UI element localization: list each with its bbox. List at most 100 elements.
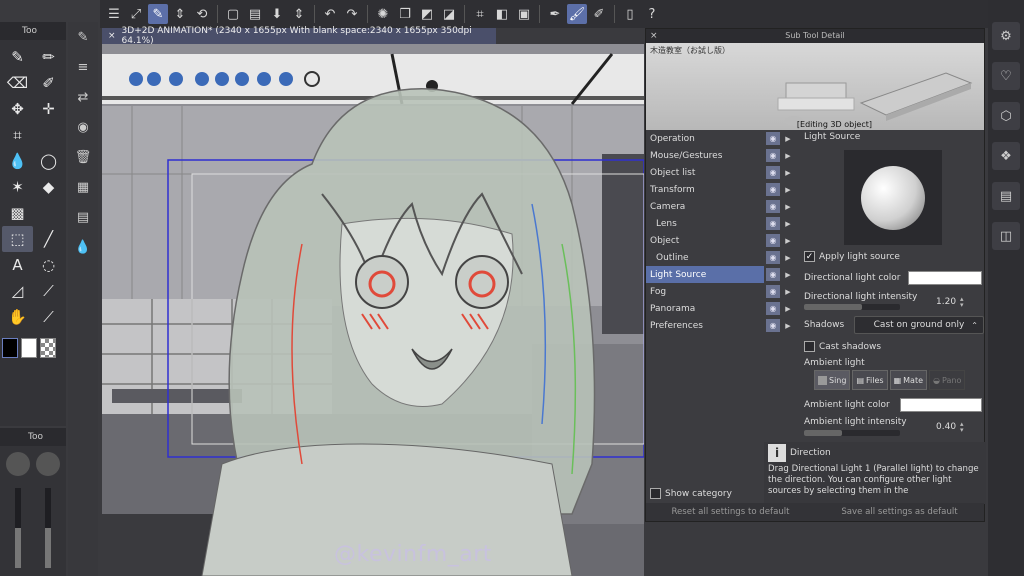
ambient-option-material[interactable]: ▦ Mate: [889, 370, 928, 390]
expand-arrow-icon[interactable]: ▶: [783, 149, 793, 162]
menu-icon[interactable]: ☰: [104, 4, 124, 24]
crop-icon[interactable]: ⌗: [470, 4, 490, 24]
expand-arrow-icon[interactable]: ▶: [783, 217, 793, 230]
gradient-icon[interactable]: ▩: [2, 200, 33, 226]
timeline-icon[interactable]: ◫: [992, 222, 1020, 250]
category-item[interactable]: Lens: [646, 215, 764, 232]
frames-icon[interactable]: ▦: [72, 176, 94, 198]
category-item[interactable]: Fog: [646, 283, 764, 300]
pen-icon[interactable]: ✎: [2, 44, 33, 70]
ambient-color-swatch[interactable]: [900, 398, 982, 412]
brush-settings-icon[interactable]: ✎: [72, 26, 94, 48]
directional-intensity-stepper[interactable]: ▴ ▾: [960, 296, 964, 309]
shadows-dropdown[interactable]: Cast on ground only ⌃: [854, 316, 984, 334]
show-category-checkbox[interactable]: [650, 488, 661, 499]
rotate-icon[interactable]: ⟲: [192, 4, 212, 24]
ambient-option-single[interactable]: Sing: [814, 370, 851, 390]
category-item[interactable]: Operation: [646, 130, 764, 147]
undo-icon[interactable]: ↶: [320, 4, 340, 24]
eye-icon[interactable]: ◉: [766, 234, 780, 247]
apply-light-row[interactable]: ✓ Apply light source: [804, 251, 900, 262]
ambient-intensity-value[interactable]: 0.40: [936, 422, 956, 432]
text-icon[interactable]: A: [2, 252, 33, 278]
navigator-icon[interactable]: ⚙: [992, 22, 1020, 50]
balloon-icon[interactable]: ◌: [33, 252, 64, 278]
select-icon[interactable]: ▣: [514, 4, 534, 24]
panel-close-icon[interactable]: ×: [650, 29, 658, 43]
reset-all-button[interactable]: Reset all settings to default: [646, 507, 815, 517]
fill-icon[interactable]: ◪: [439, 4, 459, 24]
blend-icon[interactable]: 💧: [2, 148, 33, 174]
3d-cube-icon[interactable]: ⬡: [992, 102, 1020, 130]
move-layer-icon[interactable]: ✥: [2, 96, 33, 122]
object-tool-icon[interactable]: ⬚: [2, 226, 33, 252]
up-down-icon-2[interactable]: ⇕: [289, 4, 309, 24]
brush-size-dial[interactable]: [6, 452, 30, 476]
expand-arrow-icon[interactable]: ▶: [783, 166, 793, 179]
cast-shadows-row[interactable]: Cast shadows: [804, 341, 881, 352]
line-icon[interactable]: ╱: [33, 226, 64, 252]
expand-arrow-icon[interactable]: ▶: [783, 200, 793, 213]
transfer-icon[interactable]: ⇄: [72, 86, 94, 108]
eraser-icon[interactable]: ⌫: [2, 70, 33, 96]
up-down-icon[interactable]: ⇕: [170, 4, 190, 24]
category-item[interactable]: Object: [646, 232, 764, 249]
category-item[interactable]: Object list: [646, 164, 764, 181]
cast-shadows-checkbox[interactable]: [804, 341, 815, 352]
ambient-intensity-stepper[interactable]: ▴ ▾: [960, 421, 964, 434]
eye-icon[interactable]: ◉: [766, 183, 780, 196]
expand-arrow-icon[interactable]: ▶: [783, 268, 793, 281]
hand-icon[interactable]: ✋: [2, 304, 33, 330]
expand-arrow-icon[interactable]: ▶: [783, 319, 793, 332]
eye-icon[interactable]: ◉: [766, 166, 780, 179]
eye-icon[interactable]: ◉: [766, 149, 780, 162]
operation-icon[interactable]: ✛: [33, 96, 64, 122]
help-icon[interactable]: ?: [642, 4, 662, 24]
close-tab-icon[interactable]: ×: [108, 31, 116, 41]
show-category-row[interactable]: Show category: [650, 488, 732, 499]
brush-size-slider[interactable]: [15, 488, 21, 568]
ruler-icon[interactable]: ⟋: [33, 278, 64, 304]
pen-tool-icon[interactable]: ✒: [545, 4, 565, 24]
phone-icon[interactable]: ▯: [620, 4, 640, 24]
frame-icon[interactable]: ◿: [2, 278, 33, 304]
eye-icon[interactable]: ◉: [766, 319, 780, 332]
canvas[interactable]: [102, 44, 644, 576]
save-icon[interactable]: ⬇: [267, 4, 287, 24]
expand-arrow-icon[interactable]: ▶: [783, 302, 793, 315]
delete-icon[interactable]: 🗑: [72, 146, 94, 168]
pencil-icon[interactable]: ✏: [33, 44, 64, 70]
redo-icon[interactable]: ↷: [342, 4, 362, 24]
eye-icon[interactable]: ◉: [766, 217, 780, 230]
layers-icon[interactable]: ❖: [992, 142, 1020, 170]
marker-icon[interactable]: ✐: [33, 70, 64, 96]
eye-icon[interactable]: ◉: [766, 302, 780, 315]
mask-icon[interactable]: ◧: [492, 4, 512, 24]
directional-color-swatch[interactable]: [908, 271, 982, 285]
category-item[interactable]: Light Source: [646, 266, 764, 283]
eye-icon[interactable]: ◉: [766, 285, 780, 298]
eye-icon[interactable]: ◉: [766, 200, 780, 213]
magic-wand-icon[interactable]: ✶: [2, 174, 33, 200]
layer-edit-icon[interactable]: ✎: [148, 4, 168, 24]
expand-arrow-icon[interactable]: ▶: [783, 285, 793, 298]
loading-icon[interactable]: ✺: [373, 4, 393, 24]
main-color-swatch[interactable]: [2, 338, 18, 358]
light-direction-globe[interactable]: [844, 150, 942, 245]
open-icon[interactable]: ▤: [245, 4, 265, 24]
eye-icon[interactable]: ◉: [766, 251, 780, 264]
fit-icon[interactable]: ⤢: [126, 4, 146, 24]
sub-color-swatch[interactable]: [21, 338, 37, 358]
eyedropper-icon[interactable]: ⟋: [33, 304, 64, 330]
brush-opacity-dial[interactable]: [36, 452, 60, 476]
drops-icon[interactable]: 💧: [72, 236, 94, 258]
category-item[interactable]: Outline: [646, 249, 764, 266]
eye-icon[interactable]: ◉: [766, 268, 780, 281]
paste-icon[interactable]: ◩: [417, 4, 437, 24]
favorites-icon[interactable]: ♡: [992, 62, 1020, 90]
lasso-icon[interactable]: ◯: [33, 148, 64, 174]
category-item[interactable]: Panorama: [646, 300, 764, 317]
brush-tool-icon[interactable]: 🖌: [567, 4, 587, 24]
save-all-button[interactable]: Save all settings as default: [815, 507, 984, 517]
fill-bucket-icon[interactable]: ◆: [33, 174, 64, 200]
